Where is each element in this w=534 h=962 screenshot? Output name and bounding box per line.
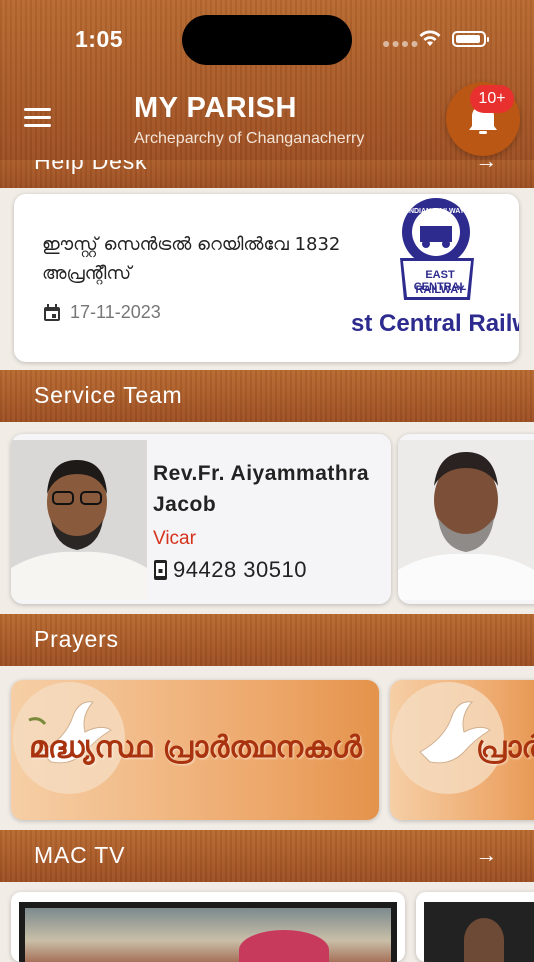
- member-phone-number: 94428 30510: [173, 557, 307, 582]
- news-date: 17-11-2023: [70, 302, 161, 322]
- prayer-card-next[interactable]: പ്രാർ: [390, 680, 534, 820]
- notification-badge: 10+: [470, 85, 514, 113]
- member-phone[interactable]: 94428 30510: [153, 557, 307, 583]
- service-team-section: Service Team: [0, 370, 534, 422]
- service-team-label: Service Team: [34, 382, 183, 408]
- member-name: Rev.Fr. Aiyammathra Jacob: [153, 462, 370, 516]
- news-card[interactable]: ഈസ്റ്റ് സെൻട്രൽ റെയിൽവേ 1832 അപ്രന്റീസ് …: [14, 194, 519, 362]
- prayers-section: Prayers: [0, 614, 534, 666]
- member-role: Vicar: [153, 528, 196, 549]
- arrow-right-icon[interactable]: →: [475, 842, 498, 868]
- calendar-icon: [44, 303, 60, 321]
- prayer-title: മദ്ധ്യസ്ഥ പ്രാർത്ഥനകൾ: [29, 730, 362, 765]
- status-bar: 1:05 ●●●●: [0, 0, 534, 80]
- hamburger-menu-button[interactable]: [24, 108, 51, 128]
- logo-bottom-text: RAILWAY: [415, 284, 465, 296]
- video-card-next[interactable]: [416, 892, 534, 962]
- video-thumbnail: [19, 902, 397, 962]
- priest-photo-next: [398, 440, 534, 600]
- signal-icon: ●●●●: [382, 35, 420, 51]
- app-subtitle: Archeparchy of Changanacherry: [134, 130, 365, 147]
- mobile-phone-icon: [154, 560, 167, 580]
- mac-tv-label: MAC TV: [34, 842, 126, 868]
- news-date-row: 17-11-2023: [42, 302, 161, 323]
- app-title: MY PARISH: [134, 92, 297, 124]
- news-title: ഈസ്റ്റ് സെൻട്രൽ റെയിൽവേ 1832 അപ്രന്റീസ്: [42, 234, 341, 284]
- wifi-icon: [419, 30, 441, 46]
- prayers-label: Prayers: [34, 626, 119, 652]
- team-member-card[interactable]: Rev.Fr. Aiyammathra Jacob Vicar 94428 30…: [11, 434, 391, 604]
- dynamic-island: [182, 15, 352, 65]
- prayer-card[interactable]: മദ്ധ്യസ്ഥ പ്രാർത്ഥനകൾ: [11, 680, 379, 820]
- status-time: 1:05: [75, 26, 124, 52]
- team-member-card-next[interactable]: [398, 434, 534, 604]
- battery-icon: [452, 31, 489, 47]
- railway-banner-text: st Central Railw: [351, 310, 519, 337]
- video-card[interactable]: [11, 892, 405, 962]
- prayer-title-next: പ്രാർ: [476, 730, 534, 765]
- priest-photo: [11, 440, 147, 600]
- logo-top-text: INDIAN RAILWAYS: [407, 208, 469, 215]
- mac-tv-section[interactable]: MAC TV →: [0, 830, 534, 882]
- video-thumbnail-next: [424, 902, 534, 962]
